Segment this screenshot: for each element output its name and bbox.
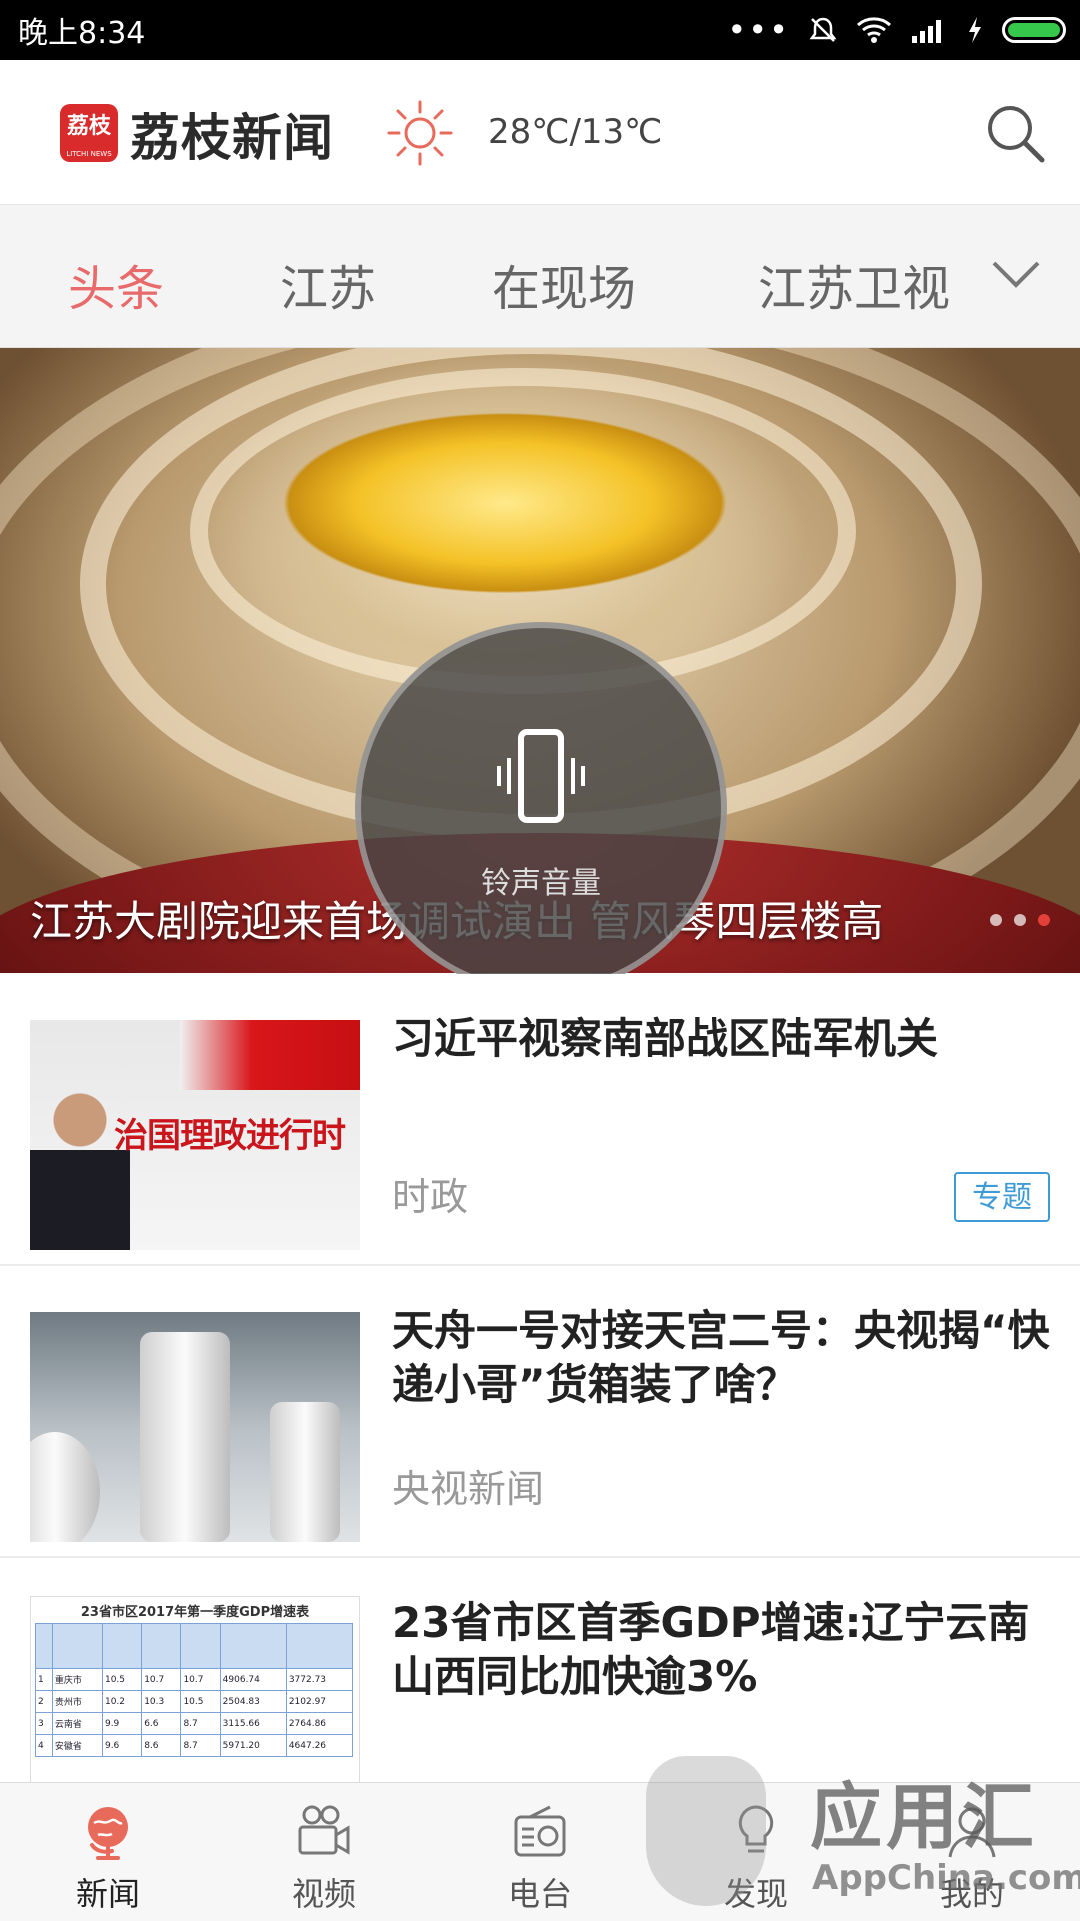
status-time: 晚上8:34 <box>18 16 146 51</box>
news-thumbnail: 23省市区2017年第一季度GDP增速表 1 重庆市 10.5 10.7 10.7 490… <box>30 1596 360 1796</box>
news-title: 习近平视察南部战区陆军机关 <box>392 1014 939 1063</box>
nav-video[interactable]: 视频 <box>216 1783 432 1921</box>
status-bar: 晚上8:34 ••• <box>0 0 1080 60</box>
table-row: 1 重庆市 10.5 10.7 10.7 4906.74 3772.73 <box>35 1668 354 1691</box>
nav-label: 新闻 <box>75 1875 140 1913</box>
nav-radio[interactable]: 电台 <box>432 1783 648 1921</box>
table-row <box>35 1623 354 1669</box>
news-item[interactable]: 天舟一号对接天宫二号：央视揭“快递小哥”货箱装了啥？ 央视新闻 <box>0 1266 1080 1558</box>
news-thumbnail <box>30 1312 360 1542</box>
pager-dot <box>990 914 1002 926</box>
table-row: 2 贵州市 10.2 10.3 10.5 2504.83 2102.97 <box>35 1690 354 1713</box>
spacecraft-graphic <box>270 1402 340 1542</box>
logo-text: 荔枝 <box>66 114 111 139</box>
app-title: 荔枝新闻 <box>130 109 334 167</box>
table-row: 3 云南省 9.9 6.6 8.7 3115.66 2764.86 <box>35 1712 354 1735</box>
wifi-icon <box>857 17 891 43</box>
search-icon[interactable] <box>982 100 1048 166</box>
table-row: 4 安徽省 9.6 8.6 8.7 5971.20 4647.26 <box>35 1734 354 1757</box>
nav-label: 发现 <box>723 1875 788 1913</box>
news-title: 天舟一号对接天宫二号：央视揭“快递小哥”货箱装了啥？ <box>392 1306 1050 1409</box>
flag-graphic <box>180 1020 360 1090</box>
temperature: 28℃/13℃ <box>488 112 663 152</box>
logo-sub: LITCHI NEWS <box>66 150 112 158</box>
lightbulb-icon <box>738 1805 774 1853</box>
globe-icon <box>88 1807 128 1860</box>
pager-dot-active <box>1038 914 1050 926</box>
app-logo: 荔枝 LITCHI NEWS <box>60 104 118 162</box>
thumb-slogan: 治国理政进行时 <box>114 1116 346 1156</box>
mute-icon <box>809 17 837 42</box>
news-source: 时政 <box>392 1175 469 1219</box>
user-icon <box>948 1807 996 1858</box>
tab-jiangsu[interactable]: 江苏 <box>280 249 376 319</box>
news-title: 23省市区首季GDP增速:辽宁云南山西同比加快逾3% <box>392 1598 1030 1701</box>
signal-icon <box>912 20 941 43</box>
channel-tabs: 头条 江苏 在现场 江苏卫视 <box>0 205 1080 348</box>
thumb-table: 1 重庆市 10.5 10.7 10.7 4906.74 3772.73 2 贵州市 10.2 1… <box>35 1623 354 1757</box>
nav-discover[interactable]: 发现 <box>648 1783 864 1921</box>
news-source: 央视新闻 <box>392 1467 545 1511</box>
nav-label: 电台 <box>507 1875 572 1913</box>
spacecraft-graphic <box>30 1432 100 1542</box>
topic-badge: 专题 <box>954 1172 1050 1222</box>
news-item[interactable]: 治国理政进行时 习近平视察南部战区陆军机关 时政 专题 <box>0 974 1080 1266</box>
news-thumbnail: 治国理政进行时 <box>30 1020 360 1250</box>
nav-me[interactable]: 我的 <box>864 1783 1080 1921</box>
nav-news[interactable]: 新闻 <box>0 1783 216 1921</box>
news-item[interactable]: 23省市区2017年第一季度GDP增速表 1 重庆市 10.5 10.7 10.7 490… <box>0 1558 1080 1798</box>
chevron-down-icon[interactable] <box>990 255 1042 295</box>
tab-headlines[interactable]: 头条 <box>68 249 164 319</box>
nav-label: 我的 <box>939 1875 1004 1913</box>
charging-icon <box>969 17 981 43</box>
thumb-table-title: 23省市区2017年第一季度GDP增速表 <box>80 1605 310 1620</box>
nav-label: 视频 <box>291 1875 356 1913</box>
tab-jiangsu-tv[interactable]: 江苏卫视 <box>758 249 950 319</box>
spacecraft-graphic <box>140 1332 230 1542</box>
carousel-pager <box>990 914 1050 926</box>
battery-icon <box>1002 17 1066 43</box>
app-header: 荔枝 LITCHI NEWS 荔枝新闻 28℃/13℃ <box>0 60 1080 205</box>
video-camera-icon <box>298 1805 350 1855</box>
pager-dot <box>1014 914 1026 926</box>
phone-vibrate-icon <box>497 729 585 823</box>
more-dots: ••• <box>727 11 790 49</box>
bottom-nav: 新闻 视频 电台 发现 我的 <box>0 1782 1080 1921</box>
sun-icon <box>387 100 453 166</box>
volume-overlay: 铃声音量 <box>355 622 727 994</box>
status-icons: ••• <box>727 0 1066 60</box>
tab-on-scene[interactable]: 在现场 <box>492 249 636 319</box>
volume-label: 铃声音量 <box>481 866 601 901</box>
radio-icon <box>514 1805 566 1857</box>
